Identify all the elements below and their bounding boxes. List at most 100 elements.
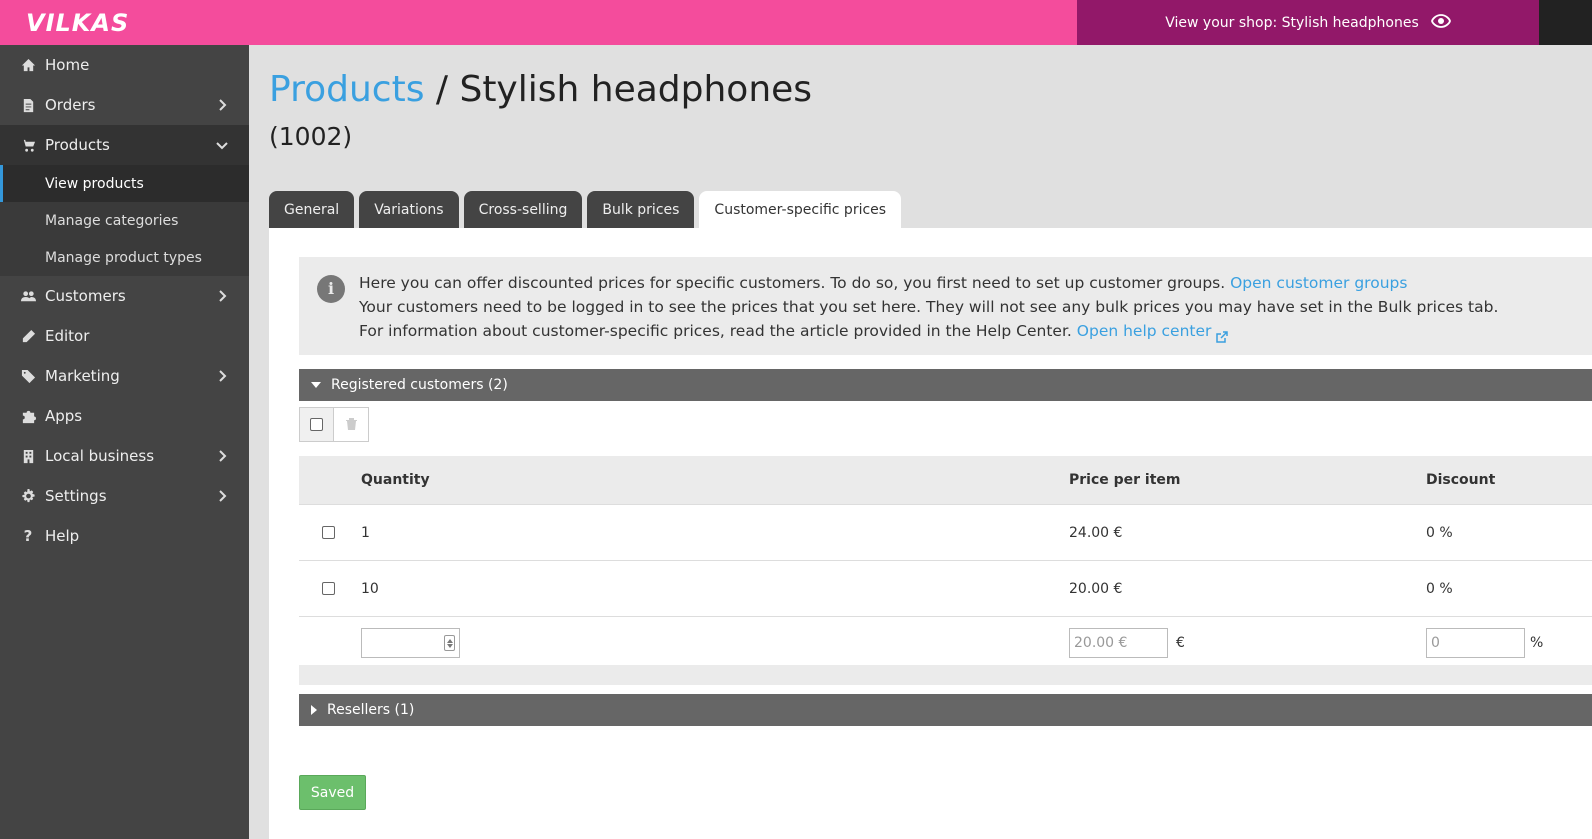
sidebar-item-help[interactable]: ? Help <box>0 516 249 556</box>
info-icon: i <box>317 275 345 303</box>
pencil-icon <box>20 328 36 344</box>
tab-general[interactable]: General <box>269 191 355 228</box>
sidebar-item-marketing[interactable]: Marketing <box>0 356 249 396</box>
breadcrumb-products[interactable]: Products <box>269 69 424 110</box>
external-link-icon <box>1216 326 1229 343</box>
row-price: 24.00 € <box>1069 524 1123 541</box>
top-bar: VILKAS View your shop: Stylish headphone… <box>0 0 1592 45</box>
sidebar-item-orders[interactable]: Orders <box>0 85 249 125</box>
info-line-1: Here you can offer discounted prices for… <box>359 271 1592 295</box>
chevron-right-icon <box>215 98 229 112</box>
view-shop-label: View your shop: Stylish headphones <box>1165 14 1419 31</box>
tab-panel: i Here you can offer discounted prices f… <box>269 228 1592 839</box>
open-customer-groups-link[interactable]: Open customer groups <box>1230 274 1407 292</box>
row-discount: 0 % <box>1426 524 1453 541</box>
table-row: 10 20.00 € 0 % <box>299 561 1592 617</box>
discount-unit: % <box>1530 635 1544 651</box>
orders-icon <box>20 97 36 113</box>
question-icon: ? <box>23 527 33 545</box>
tab-bulk-prices[interactable]: Bulk prices <box>587 191 695 228</box>
delete-button[interactable] <box>334 407 369 442</box>
eye-icon <box>1430 13 1451 32</box>
tab-bar: General Variations Cross-selling Bulk pr… <box>269 191 902 228</box>
stepper-arrows-icon[interactable] <box>444 635 455 651</box>
group-label: Resellers (1) <box>327 702 415 718</box>
row-checkbox[interactable] <box>322 561 335 616</box>
info-text-3: For information about customer-specific … <box>359 322 1077 340</box>
sidebar-subitem-manage-categories[interactable]: Manage categories <box>0 202 249 239</box>
sidebar-item-label: Settings <box>45 487 107 505</box>
info-line-3: For information about customer-specific … <box>359 319 1592 343</box>
vilkas-logo[interactable]: VILKAS <box>26 9 129 37</box>
select-all-checkbox[interactable] <box>299 407 334 442</box>
sidebar-item-label: Local business <box>45 447 155 465</box>
sidebar-item-editor[interactable]: Editor <box>0 316 249 356</box>
product-name: Stylish headphones <box>459 69 813 110</box>
cart-icon <box>20 137 36 153</box>
quantity-cell <box>361 617 460 669</box>
open-help-center-label: Open help center <box>1076 322 1212 340</box>
sidebar-item-label: Orders <box>45 96 96 114</box>
row-toolbar <box>299 407 369 442</box>
sidebar-item-home[interactable]: Home <box>0 45 249 85</box>
info-line-2: Your customers need to be logged in to s… <box>359 298 1499 316</box>
sidebar-item-customers[interactable]: Customers <box>0 276 249 316</box>
save-button[interactable]: Saved <box>299 775 366 810</box>
checkbox-box <box>322 582 335 595</box>
new-price-row: 20.00 € € 0 % <box>299 617 1592 669</box>
table-header: Quantity Price per item Discount <box>299 456 1592 505</box>
info-text-1: Here you can offer discounted prices for… <box>359 274 1231 292</box>
quantity-stepper[interactable] <box>361 628 460 658</box>
users-icon <box>20 288 36 304</box>
row-price: 20.00 € <box>1069 580 1123 597</box>
collapse-triangle-icon <box>311 382 321 388</box>
trash-icon <box>345 415 357 434</box>
sidebar-item-products[interactable]: Products <box>0 125 249 165</box>
puzzle-icon <box>20 408 36 424</box>
registered-customers-header[interactable]: Registered customers (2) <box>299 369 1592 401</box>
price-unit: € <box>1176 635 1185 651</box>
home-icon <box>20 57 36 73</box>
sidebar-subitem-manage-product-types[interactable]: Manage product types <box>0 239 249 276</box>
sidebar-item-apps[interactable]: Apps <box>0 396 249 436</box>
tag-icon <box>20 368 36 384</box>
sidebar: Home Orders Products View products Manag… <box>0 45 249 839</box>
view-shop-link[interactable]: View your shop: Stylish headphones <box>1077 0 1539 45</box>
sidebar-subitem-view-products[interactable]: View products <box>0 165 249 202</box>
chevron-right-icon <box>215 489 229 503</box>
sidebar-item-settings[interactable]: Settings <box>0 476 249 516</box>
top-bar-corner <box>1539 0 1592 45</box>
price-table: Quantity Price per item Discount 1 24.00… <box>299 456 1592 669</box>
tab-variations[interactable]: Variations <box>359 191 459 228</box>
price-input[interactable]: 20.00 € <box>1069 628 1168 658</box>
sidebar-item-label: Marketing <box>45 367 120 385</box>
chevron-right-icon <box>215 369 229 383</box>
breadcrumb-separator: / <box>424 69 460 110</box>
row-quantity: 1 <box>361 524 370 541</box>
products-submenu: View products Manage categories Manage p… <box>0 165 249 276</box>
open-help-center-link[interactable]: Open help center <box>1076 322 1229 343</box>
sidebar-item-label: Customers <box>45 287 126 305</box>
discount-input[interactable]: 0 <box>1426 628 1525 658</box>
row-checkbox[interactable] <box>322 505 335 560</box>
table-row: 1 24.00 € 0 % <box>299 505 1592 561</box>
price-cell: 20.00 € € <box>1069 617 1185 669</box>
tab-cross-selling[interactable]: Cross-selling <box>463 191 583 228</box>
row-quantity: 10 <box>361 580 379 597</box>
sidebar-item-label: Products <box>45 136 110 154</box>
column-header-price: Price per item <box>1069 472 1181 488</box>
tab-customer-specific-prices[interactable]: Customer-specific prices <box>699 191 902 228</box>
sidebar-item-label: Help <box>45 527 80 545</box>
chevron-right-icon <box>215 449 229 463</box>
gear-icon <box>20 488 36 504</box>
group-footer <box>299 665 1592 685</box>
sidebar-item-local-business[interactable]: Local business <box>0 436 249 476</box>
product-id: (1002) <box>269 122 353 151</box>
sidebar-item-label: Home <box>45 56 90 74</box>
resellers-header[interactable]: Resellers (1) <box>299 694 1592 726</box>
chevron-right-icon <box>215 289 229 303</box>
sidebar-item-label: Apps <box>45 407 83 425</box>
building-icon <box>20 448 36 464</box>
info-box: i Here you can offer discounted prices f… <box>299 257 1592 355</box>
column-header-discount: Discount <box>1426 472 1496 488</box>
